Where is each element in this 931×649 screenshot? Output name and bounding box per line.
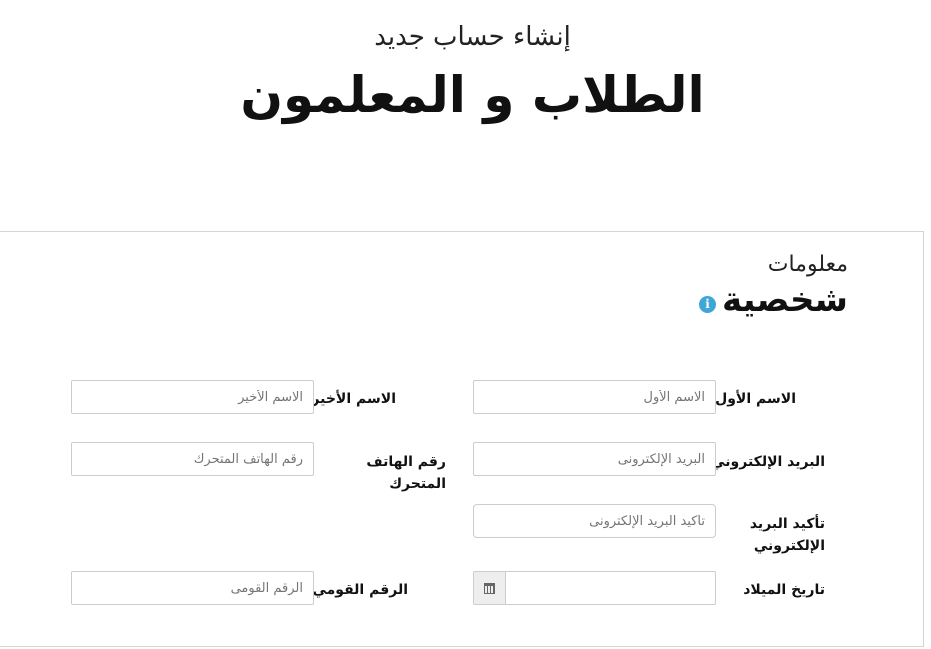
info-icon[interactable]: i: [699, 295, 717, 313]
mobile-label: رقم الهاتف المتحرك: [366, 454, 446, 492]
email-confirm-input[interactable]: [473, 504, 716, 538]
page-title: الطلاب و المعلمون: [240, 66, 705, 124]
birth-date-input[interactable]: [506, 572, 715, 604]
email-confirm-label-line2: الإلكتروني: [753, 538, 825, 554]
email-input[interactable]: [473, 442, 716, 476]
personal-info-card: معلومات شخصية i الاسم الأول الاسم الأخير…: [0, 231, 924, 647]
first-name-input[interactable]: [473, 380, 716, 414]
section-title-text: شخصية: [722, 280, 848, 320]
signup-page: إنشاء حساب جديد الطلاب و المعلمون معلوما…: [0, 0, 931, 649]
section-title-small: معلومات: [767, 252, 848, 277]
calendar-icon: [484, 582, 495, 594]
birth-date-picker[interactable]: [473, 571, 716, 605]
calendar-addon[interactable]: [474, 572, 506, 604]
page-subtitle: إنشاء حساب جديد: [374, 22, 571, 52]
section-title-big: شخصية i: [699, 280, 848, 320]
national-id-label: الرقم القومي: [312, 582, 408, 598]
last-name-input[interactable]: [71, 380, 314, 414]
national-id-input[interactable]: [71, 571, 314, 605]
mobile-input[interactable]: [71, 442, 314, 476]
